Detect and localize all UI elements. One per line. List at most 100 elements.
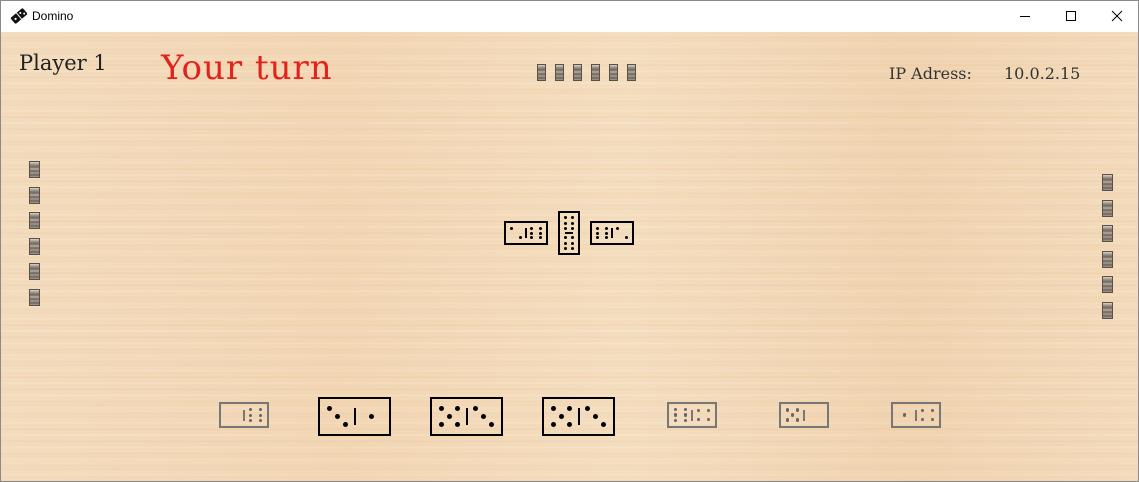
turn-status: Your turn bbox=[161, 48, 333, 88]
pip bbox=[674, 418, 678, 422]
pip bbox=[571, 216, 575, 220]
pip bbox=[563, 246, 567, 250]
hand-domino[interactable] bbox=[667, 402, 717, 428]
pip bbox=[571, 221, 575, 225]
domino-divider bbox=[465, 407, 468, 426]
domino-divider bbox=[915, 409, 917, 421]
domino-divider bbox=[611, 228, 613, 238]
opponent-tile-back bbox=[1102, 199, 1113, 217]
pip bbox=[902, 413, 907, 417]
board-domino bbox=[590, 221, 634, 245]
close-button[interactable] bbox=[1094, 1, 1138, 31]
pip bbox=[258, 408, 262, 412]
pip bbox=[571, 236, 575, 240]
pip bbox=[785, 418, 789, 422]
pip bbox=[334, 413, 340, 420]
domino-divider bbox=[565, 232, 573, 234]
pip bbox=[596, 231, 600, 235]
maximize-icon bbox=[1066, 11, 1076, 21]
pip bbox=[563, 226, 567, 230]
pip bbox=[697, 418, 701, 422]
pip bbox=[369, 413, 375, 420]
pip bbox=[604, 226, 608, 230]
pip bbox=[530, 226, 534, 230]
pip bbox=[930, 418, 934, 422]
domino-divider bbox=[243, 409, 245, 421]
pip bbox=[683, 413, 687, 417]
pip bbox=[258, 418, 262, 422]
ip-address-value: 10.0.2.15 bbox=[1004, 64, 1081, 83]
player-label: Player 1 bbox=[19, 51, 107, 75]
pip bbox=[604, 231, 608, 235]
pip bbox=[538, 236, 542, 240]
pip bbox=[571, 241, 575, 245]
pip bbox=[446, 413, 452, 420]
pip bbox=[249, 413, 253, 417]
domino-divider bbox=[525, 228, 527, 238]
minimize-button[interactable] bbox=[1002, 1, 1048, 31]
pip bbox=[249, 418, 253, 422]
pip bbox=[785, 408, 789, 412]
pip bbox=[593, 413, 599, 420]
hand-domino[interactable] bbox=[891, 402, 941, 428]
pip bbox=[921, 418, 925, 422]
window-title: Domino bbox=[32, 9, 74, 23]
opponent-tile-back bbox=[29, 161, 40, 178]
opponent-tile-back bbox=[1102, 174, 1113, 191]
hand-domino[interactable] bbox=[779, 402, 829, 428]
hand-domino-playable[interactable] bbox=[542, 397, 615, 436]
pip bbox=[518, 235, 522, 239]
pip bbox=[624, 235, 628, 239]
pip bbox=[790, 413, 795, 417]
pip bbox=[342, 421, 348, 428]
ip-address-label: IP Adress: bbox=[889, 64, 972, 83]
pip bbox=[258, 413, 262, 417]
pip bbox=[530, 231, 534, 235]
pip bbox=[604, 236, 608, 240]
title-bar[interactable]: Domino bbox=[1, 1, 1138, 31]
pip bbox=[571, 226, 575, 230]
pip bbox=[930, 408, 934, 412]
maximize-button[interactable] bbox=[1048, 1, 1094, 31]
opponent-tile-back bbox=[609, 64, 618, 81]
hand-domino-playable[interactable] bbox=[430, 397, 503, 436]
hand-domino[interactable] bbox=[219, 402, 269, 428]
pip bbox=[596, 226, 600, 230]
hand-domino-playable[interactable] bbox=[318, 397, 391, 436]
pip bbox=[921, 408, 925, 412]
board-domino bbox=[504, 221, 548, 245]
opponent-tile-back bbox=[29, 288, 40, 306]
pip bbox=[706, 408, 710, 412]
pip bbox=[616, 227, 620, 231]
pip bbox=[563, 236, 567, 240]
pip bbox=[249, 408, 253, 412]
pip bbox=[530, 236, 534, 240]
pip bbox=[566, 405, 572, 412]
opponent-tile-back bbox=[29, 212, 40, 229]
pip bbox=[585, 405, 591, 412]
domino-divider bbox=[577, 407, 580, 426]
opponent-tile-back bbox=[29, 263, 40, 280]
close-icon bbox=[1111, 10, 1123, 22]
pip bbox=[796, 418, 800, 422]
pip bbox=[683, 418, 687, 422]
pip bbox=[438, 421, 444, 428]
pip bbox=[438, 405, 444, 412]
pip bbox=[326, 405, 332, 412]
pip bbox=[558, 413, 564, 420]
pip bbox=[796, 408, 800, 412]
opponent-tile-back bbox=[1102, 225, 1113, 242]
opponent-tile-back bbox=[537, 64, 546, 81]
pip bbox=[571, 246, 575, 250]
pip bbox=[510, 227, 514, 231]
pip bbox=[563, 221, 567, 225]
pip bbox=[538, 226, 542, 230]
minimize-icon bbox=[1020, 16, 1030, 17]
pip bbox=[596, 236, 600, 240]
pip bbox=[481, 413, 487, 420]
opponent-tile-back bbox=[591, 64, 600, 81]
pip bbox=[683, 408, 687, 412]
pip bbox=[566, 421, 572, 428]
domino-divider bbox=[691, 409, 693, 421]
pip bbox=[473, 405, 479, 412]
